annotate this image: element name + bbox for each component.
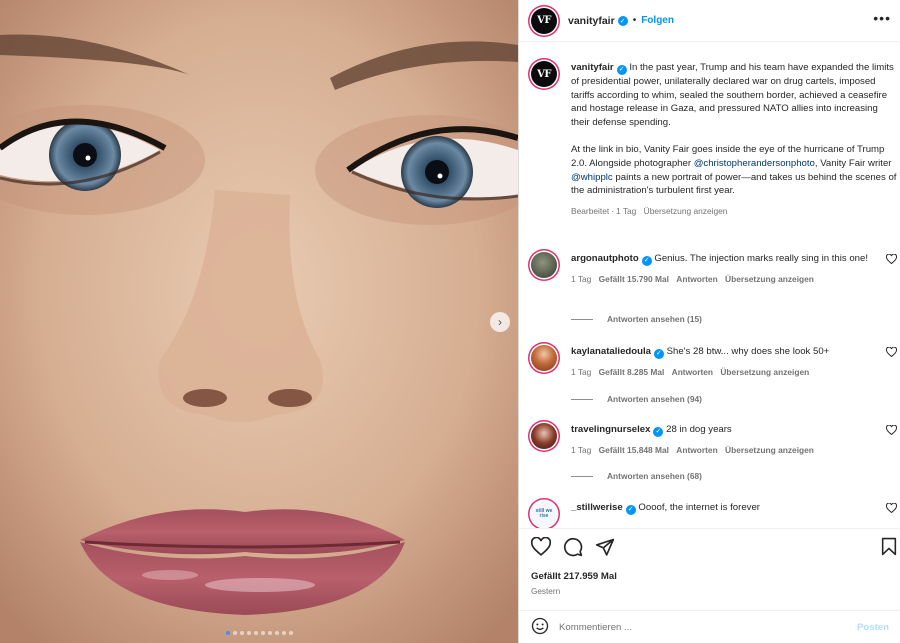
heart-icon[interactable] [885,502,898,516]
carousel-dots [0,631,518,635]
reply-button[interactable]: Antworten [676,274,717,284]
caption-text: paints a new portrait of power—and takes… [571,171,897,197]
heart-icon[interactable] [885,346,898,360]
post-image[interactable]: › [0,0,518,643]
comment-username[interactable]: kaylanataliedoula [571,346,651,357]
comment-username[interactable]: _stillwerise [571,502,623,513]
caption-text: , Vanity Fair writer [814,157,892,169]
avatar[interactable] [531,345,557,371]
like-count[interactable]: Gefällt 15.848 Mal [599,445,669,455]
divider [571,398,593,400]
comment-meta: 1 Tag Gefällt 15.848 Mal Antworten Übers… [571,444,887,458]
view-replies-label[interactable]: Antworten ansehen (68) [607,471,702,481]
carousel-dot [253,631,258,635]
chevron-right-icon[interactable]: › [490,312,510,332]
post-comment-button[interactable]: Posten [857,622,889,633]
verified-icon: ✓ [625,504,636,515]
comment-meta: 1 Tag Gefällt 15.790 Mal Antworten Übers… [571,273,887,287]
verified-icon: ✓ [616,64,627,75]
view-replies-button[interactable]: Antworten ansehen (68) [571,471,702,481]
carousel-dot [246,631,251,635]
carousel-dot [267,631,272,635]
carousel-dot [232,631,237,635]
avatar[interactable]: VF [531,61,557,87]
verified-icon: ✓ [653,426,664,437]
separator: · [611,206,614,217]
verified-icon: ✓ [641,255,652,266]
heart-icon[interactable] [530,536,552,559]
reply-button[interactable]: Antworten [676,445,717,455]
comment-text: Genius. The injection marks really sing … [654,253,869,264]
translate-link[interactable]: Übersetzung anzeigen [725,445,814,455]
view-replies-label[interactable]: Antworten ansehen (94) [607,394,702,404]
comment-text: She's 28 btw... why does she look 50+ [666,346,830,357]
timestamp: 1 Tag [571,444,592,455]
timestamp: 1 Tag [571,273,592,284]
comment-input[interactable] [559,621,857,633]
bookmark-icon[interactable] [881,537,897,559]
emoji-icon[interactable] [531,617,549,638]
caption-username[interactable]: vanityfair [571,62,614,73]
avatar-text: still we rise [535,508,553,519]
post-header: VF vanityfair ✓ • Folgen ••• [519,0,900,42]
translate-link[interactable]: Übersetzung anzeigen [644,206,728,216]
carousel-dot [225,631,230,635]
carousel-dot [274,631,279,635]
translate-link[interactable]: Übersetzung anzeigen [720,367,809,377]
comment-meta: 1 Tag Gefällt 8.285 Mal Antworten Überse… [571,366,887,380]
carousel-dot [281,631,286,635]
carousel-dot [239,631,244,635]
follow-button[interactable]: Folgen [641,15,674,26]
avatar[interactable]: VF [531,7,557,34]
mention-link[interactable]: @whipplc [571,172,613,183]
avatar[interactable] [531,252,557,278]
view-replies-button[interactable]: Antworten ansehen (15) [571,314,702,324]
post-side-panel: VF vanityfair ✓ • Folgen ••• VF vanityfa… [518,0,900,643]
view-replies-label[interactable]: Antworten ansehen (15) [607,314,702,324]
comment-text: 28 in dog years [666,424,732,435]
like-count[interactable]: Gefällt 8.285 Mal [599,367,665,377]
reply-button[interactable]: Antworten [672,367,713,377]
view-replies-button[interactable]: Antworten ansehen (94) [571,394,702,404]
divider [571,475,593,477]
heart-icon[interactable] [885,253,898,267]
edited-label: Bearbeitet [571,206,610,217]
heart-icon[interactable] [885,424,898,438]
comment-icon[interactable] [563,537,583,560]
like-count[interactable]: Gefällt 15.790 Mal [599,274,669,284]
separator: • [632,15,637,26]
translate-link[interactable]: Übersetzung anzeigen [725,274,814,284]
author-username[interactable]: vanityfair [568,15,615,27]
caption: VF vanityfair ✓ In the past year, Trump a… [531,61,897,219]
carousel-dot [288,631,293,635]
divider [571,318,593,320]
carousel-dot [260,631,265,635]
comments-scroll-area[interactable]: VF vanityfair ✓ In the past year, Trump a… [519,43,900,528]
post-date: Gestern [531,587,561,596]
post-actions: Gefällt 217.959 Mal Gestern [519,528,900,610]
like-count[interactable]: Gefällt 217.959 Mal [531,571,617,582]
face-photo [0,0,518,643]
verified-icon: ✓ [617,15,628,26]
comment-username[interactable]: travelingnurselex [571,424,650,435]
timestamp: 1 Tag [571,366,592,377]
comment-composer: Posten [519,610,900,643]
timestamp: 1 Tag [615,206,637,217]
mention-link[interactable]: @christopherandersonphoto [694,158,815,169]
avatar[interactable] [531,423,557,449]
more-options-icon[interactable]: ••• [873,10,891,26]
avatar[interactable]: still we rise [531,501,557,527]
comment-username[interactable]: argonautphoto [571,253,639,264]
caption-meta: Bearbeitet · 1 Tag Übersetzung anzeigen [571,205,897,219]
share-icon[interactable] [595,537,615,560]
comment-text: Oooof, the internet is forever [638,502,760,513]
verified-icon: ✓ [653,348,664,359]
